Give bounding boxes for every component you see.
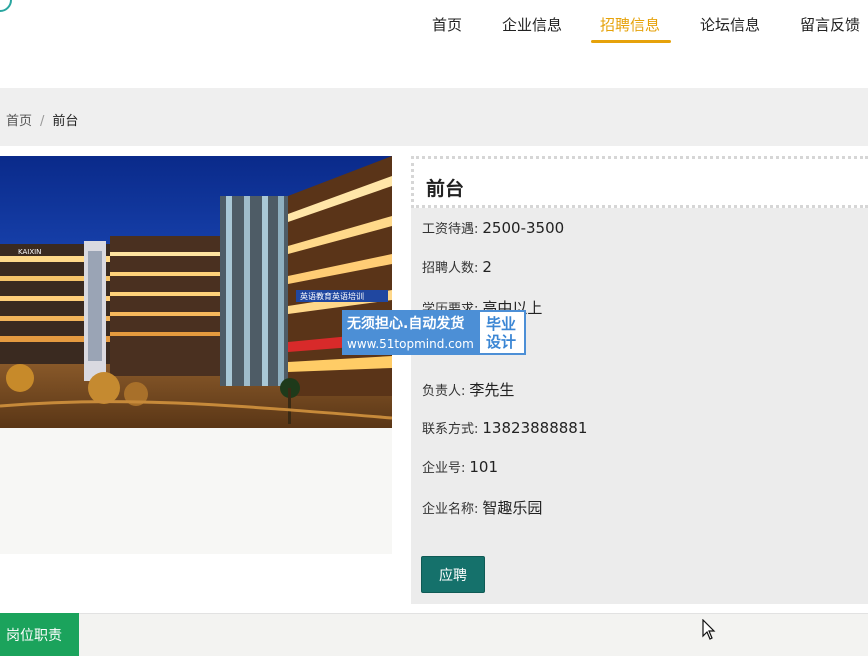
breadcrumb-bar: [0, 88, 868, 146]
nav-item-job-info[interactable]: 招聘信息: [600, 14, 660, 35]
tab-job-duties[interactable]: 岗位职责: [0, 613, 79, 656]
nav-item-forum-info[interactable]: 论坛信息: [700, 14, 760, 35]
field-company-name-label: 企业名称:: [422, 502, 479, 517]
field-company-name-value: 智趣乐园: [482, 499, 543, 517]
nav-item-company-info[interactable]: 企业信息: [502, 14, 562, 35]
field-contact-person: 负责人: 李先生: [422, 379, 514, 400]
watermark-slogan: 无须担心.自动发货: [347, 316, 465, 332]
job-photo: KAIXIN 英语教育英语培训: [0, 156, 392, 428]
nav-item-feedback[interactable]: 留言反馈: [800, 14, 860, 35]
field-phone-value: 13823888881: [482, 419, 588, 437]
field-phone-label: 联系方式:: [422, 422, 479, 437]
photo-sign-english: 英语教育英语培训: [300, 291, 364, 301]
breadcrumb-home-link[interactable]: 首页: [6, 114, 32, 129]
nav-item-home[interactable]: 首页: [432, 14, 462, 35]
watermark-badge-line1: 毕业: [486, 315, 517, 333]
top-nav: 首页 企业信息 招聘信息 论坛信息 留言反馈: [0, 0, 868, 48]
job-detail-panel: 前台 工资待遇:2500-3500 招聘人数:2 学历要求:高中以上 负责人:李…: [411, 156, 868, 604]
field-headcount-value: 2: [482, 258, 492, 276]
watermark-badge: 毕业 设计: [478, 310, 526, 355]
watermark-overlay: 无须担心.自动发货 www.51topmind.com 毕业 设计: [342, 310, 526, 355]
field-salary-label: 工资待遇:: [422, 222, 479, 237]
field-salary-value: 2500-3500: [482, 219, 565, 237]
mouse-cursor-icon: [702, 619, 716, 640]
apply-button[interactable]: 应聘: [421, 556, 485, 593]
field-headcount-label: 招聘人数:: [422, 261, 479, 276]
watermark-url: www.51topmind.com: [347, 337, 474, 351]
field-contact-person-value: 李先生: [469, 381, 515, 399]
field-company-id-value: 101: [469, 458, 499, 476]
field-company-id: 企业号: 101: [422, 457, 498, 476]
job-title-header: 前台: [411, 156, 868, 208]
field-company-id-label: 企业号:: [422, 461, 466, 476]
breadcrumb-current: 前台: [52, 114, 79, 129]
bottom-tab-bar: [0, 613, 868, 656]
field-headcount: 招聘人数: 2: [422, 257, 492, 276]
watermark-badge-line2: 设计: [486, 333, 517, 351]
field-phone: 联系方式: 13823888881: [422, 418, 587, 437]
nav-active-indicator: [591, 40, 671, 43]
job-title: 前台: [426, 178, 465, 200]
job-image-panel: KAIXIN 英语教育英语培训: [0, 156, 392, 554]
field-salary: 工资待遇: 2500-3500: [422, 218, 564, 237]
watermark-text-block: 无须担心.自动发货 www.51topmind.com: [342, 310, 478, 355]
field-contact-person-label: 负责人:: [422, 384, 466, 399]
breadcrumb-separator: /: [40, 114, 45, 129]
breadcrumb: 首页 / 前台: [6, 110, 78, 129]
field-company-name: 企业名称: 智趣乐园: [422, 497, 542, 518]
photo-sign-kaixin: KAIXIN: [18, 248, 41, 256]
